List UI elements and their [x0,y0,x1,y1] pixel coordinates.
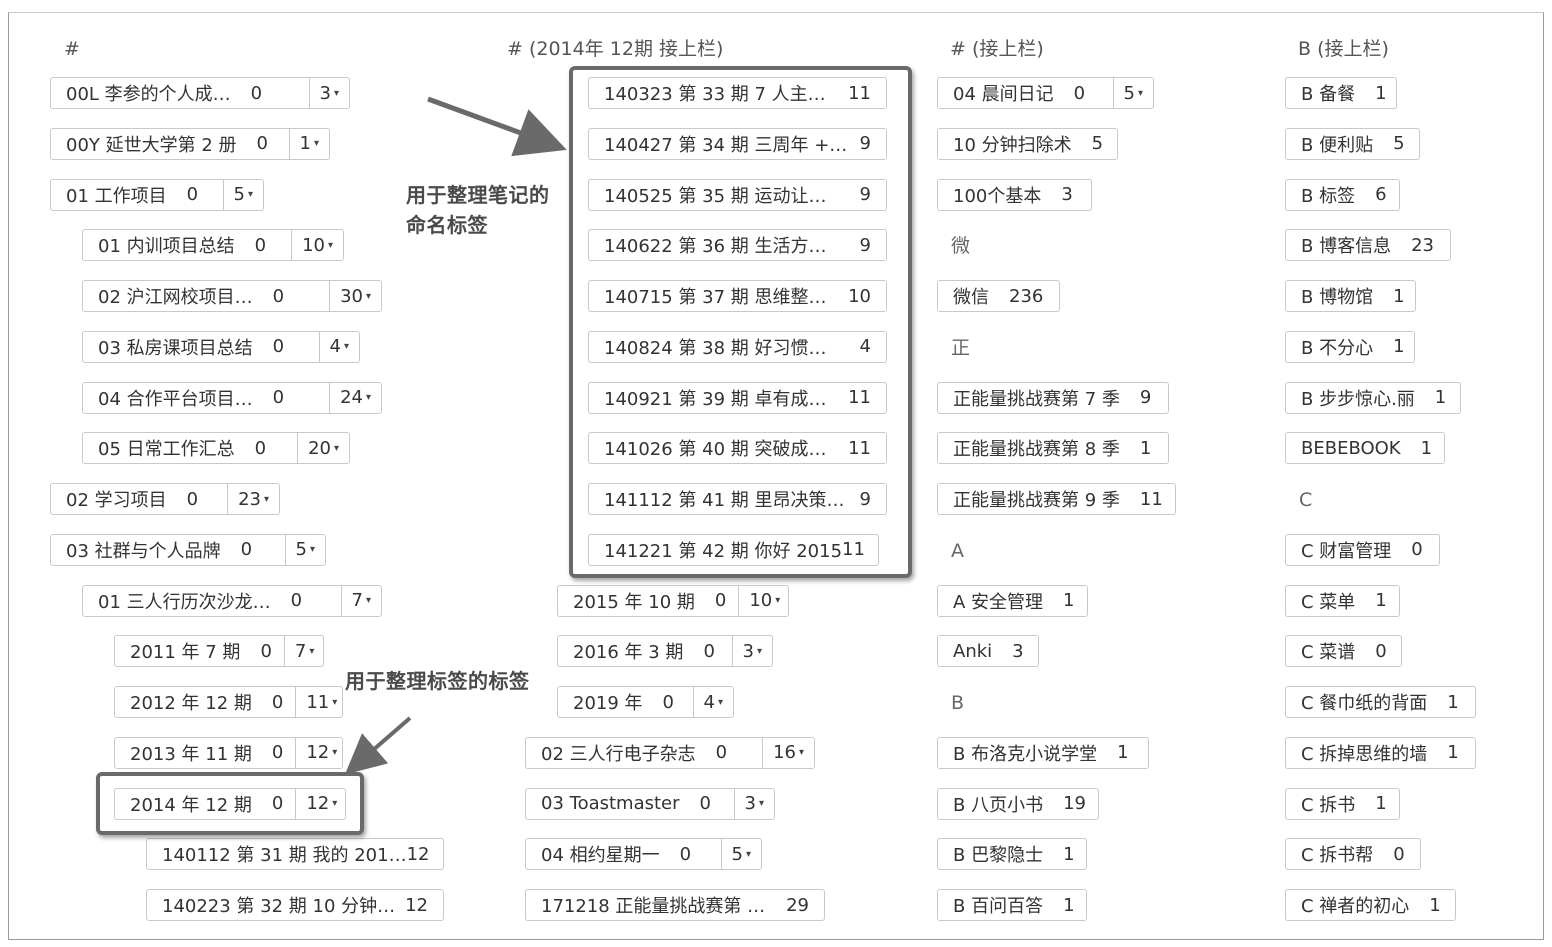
annotation-naming-tags-line2: 命名标签 [406,213,488,237]
annotation-arrows [344,96,567,775]
arrow-to-naming-tags [427,96,567,157]
annotation-naming-tags: 用于整理笔记的 命名标签 [406,180,550,240]
annotation-tag-tags: 用于整理标签的标签 [345,669,530,693]
arrow-to-tag-tags [344,716,412,775]
annotation-naming-tags-line1: 用于整理笔记的 [406,183,550,207]
